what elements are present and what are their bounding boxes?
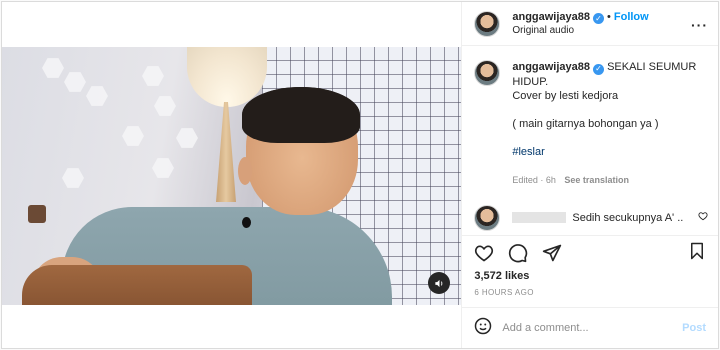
comments-section: anggawijaya88 ✓ SEKALI SEUMUR HIDUP. Cove…: [462, 46, 718, 235]
redacted-username: [512, 212, 567, 223]
action-bar: [462, 235, 718, 270]
like-count[interactable]: 3,572 likes: [462, 270, 718, 282]
post-card: anggawijaya88 ✓ • Follow Original audio ···…: [1, 1, 719, 349]
more-options-icon[interactable]: ···: [691, 17, 708, 33]
speaker-icon[interactable]: [428, 272, 450, 294]
comment-item: Sedih secukupnya A' ..: [474, 204, 708, 231]
caption-line: Cover by lesti kedjora: [512, 89, 619, 102]
comment-input[interactable]: Add a comment...: [502, 322, 588, 334]
avatar[interactable]: [474, 60, 501, 86]
emoji-icon[interactable]: [474, 317, 492, 340]
bookmark-icon[interactable]: [688, 241, 706, 266]
post-comment-button[interactable]: Post: [682, 322, 706, 334]
avatar[interactable]: [474, 10, 501, 37]
heart-icon[interactable]: [474, 243, 494, 263]
post-timestamp: 6 HOURS AGO: [474, 288, 534, 297]
add-comment-bar: Add a comment... Post: [462, 307, 718, 348]
post-header: anggawijaya88 ✓ • Follow Original audio ···: [462, 2, 718, 46]
caption-username[interactable]: anggawijaya88: [512, 61, 590, 73]
post-side-panel: anggawijaya88 ✓ • Follow Original audio ···…: [462, 2, 718, 348]
follow-button[interactable]: Follow: [614, 11, 649, 23]
send-icon[interactable]: [542, 243, 562, 263]
username-link[interactable]: anggawijaya88: [512, 11, 590, 23]
caption: anggawijaya88 ✓ SEKALI SEUMUR HIDUP. Cove…: [474, 60, 706, 187]
caption-line: ( main gitarnya bohongan ya ): [512, 117, 659, 130]
avatar[interactable]: [474, 204, 501, 231]
comment-like-icon[interactable]: [698, 211, 708, 224]
verified-badge-icon: ✓: [593, 13, 605, 25]
video-player[interactable]: [2, 47, 462, 305]
caption-meta: Edited · 6h See translation: [512, 174, 629, 185]
hashtag-link[interactable]: #leslar: [512, 145, 702, 159]
see-translation-link[interactable]: See translation: [564, 175, 629, 185]
audio-link[interactable]: Original audio: [512, 24, 648, 38]
media-panel: [2, 2, 463, 348]
comment-text: Sedih secukupnya A' ..: [572, 211, 684, 224]
comment-icon[interactable]: [508, 243, 528, 263]
verified-badge-icon: ✓: [593, 63, 605, 75]
guitar: [22, 265, 252, 305]
